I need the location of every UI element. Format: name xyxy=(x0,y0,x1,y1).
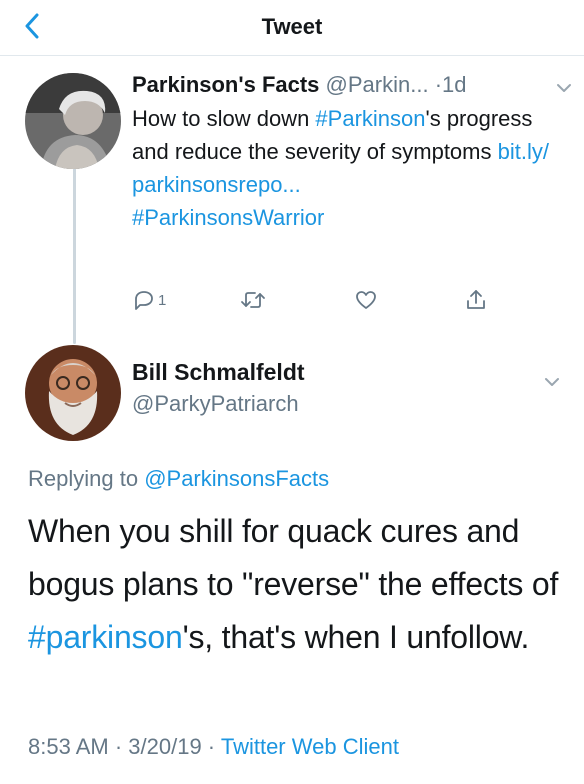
avatar-bill-schmalfeldt[interactable] xyxy=(25,345,121,441)
parent-text-part: How to slow down xyxy=(132,106,316,131)
main-text-part: When you shill for quack cures and bogus… xyxy=(28,513,559,602)
hashtag-link[interactable]: #parkinson xyxy=(28,619,183,655)
main-handle[interactable]: @ParkyPatriarch xyxy=(132,388,572,420)
retweet-icon xyxy=(241,292,265,308)
replying-handle-link[interactable]: @ParkinsonsFacts xyxy=(144,466,329,491)
parent-tweet-actions: 1 xyxy=(132,287,512,313)
reply-count: 1 xyxy=(158,291,167,309)
main-more-button[interactable] xyxy=(544,374,560,392)
main-text-part: 's, that's when I unfollow. xyxy=(182,619,530,655)
parent-display-name[interactable]: Parkinson's Facts xyxy=(132,72,319,97)
reply-button[interactable]: 1 xyxy=(132,287,166,313)
parent-tweet-header: Parkinson's Facts @Parkin... ·1d xyxy=(132,68,572,102)
page-title: Tweet xyxy=(261,14,323,39)
tweet-date: 3/20/19 xyxy=(128,734,202,759)
parent-tweet-text: How to slow down #Parkinson's progress a… xyxy=(132,102,572,234)
hashtag-link[interactable]: #ParkinsonsWarrior xyxy=(132,205,324,230)
meta-separator: · xyxy=(201,734,221,759)
meta-separator: · xyxy=(108,734,129,759)
heart-icon xyxy=(356,291,376,309)
share-icon xyxy=(467,290,485,309)
retweet-button[interactable] xyxy=(240,287,266,313)
tweet-time: 8:53 AM xyxy=(28,734,109,759)
nav-bar: Tweet xyxy=(0,0,584,56)
thread-connector xyxy=(73,168,76,344)
hashtag-link[interactable]: #Parkinson xyxy=(315,106,425,131)
parent-more-button[interactable] xyxy=(556,80,572,98)
parent-tweet[interactable]: Parkinson's Facts @Parkin... ·1d How to … xyxy=(132,68,572,234)
share-button[interactable] xyxy=(464,287,488,313)
chevron-down-icon xyxy=(545,378,559,386)
tweet-meta: 8:53 AM · 3/20/19 · Twitter Web Client xyxy=(28,734,399,760)
avatar-parkinsons-facts[interactable] xyxy=(25,73,121,169)
tweet-source-link[interactable]: Twitter Web Client xyxy=(221,734,399,759)
main-tweet-text: When you shill for quack cures and bogus… xyxy=(28,505,568,664)
main-tweet-header: Bill Schmalfeldt @ParkyPatriarch xyxy=(132,356,572,420)
main-display-name[interactable]: Bill Schmalfeldt xyxy=(132,356,572,388)
reply-icon xyxy=(135,291,153,310)
like-button[interactable] xyxy=(354,287,378,313)
chevron-down-icon xyxy=(557,84,571,92)
url-link-part: parkinsonsrepo... xyxy=(132,172,301,197)
url-link-part: bit.ly/ xyxy=(497,139,549,164)
parent-timestamp: ·1d xyxy=(434,72,467,97)
replying-label: Replying to xyxy=(28,466,145,491)
parent-handle[interactable]: @Parkin... xyxy=(326,72,429,97)
replying-to: Replying to @ParkinsonsFacts xyxy=(28,466,329,492)
